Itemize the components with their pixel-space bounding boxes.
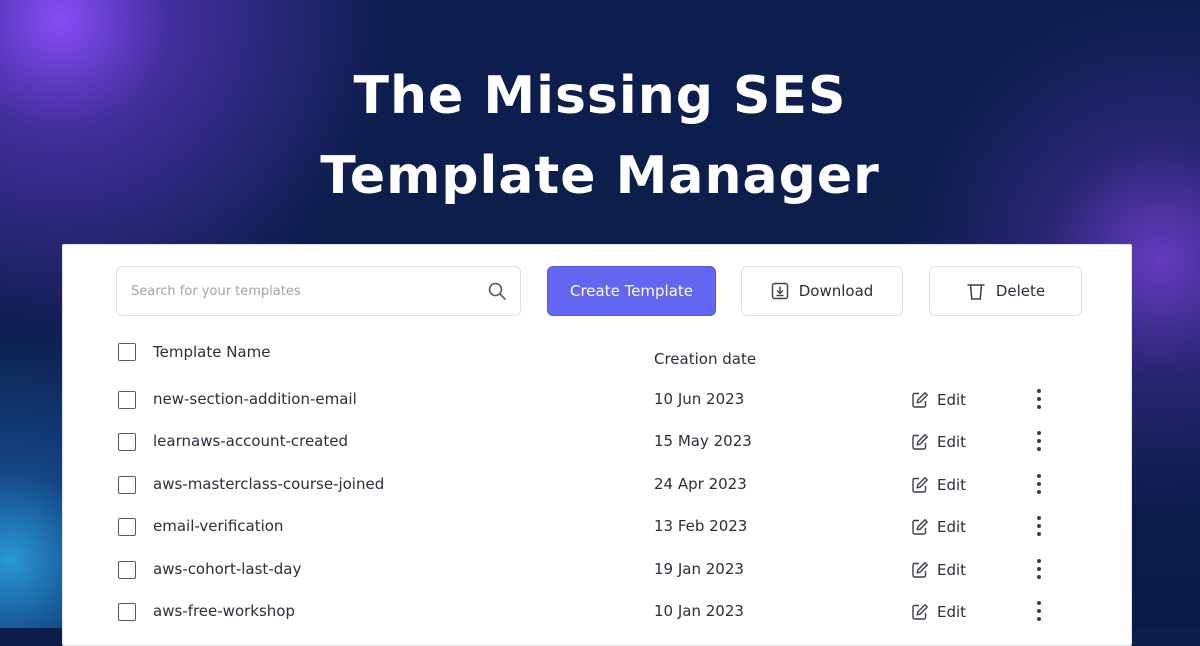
edit-label: Edit xyxy=(937,475,967,494)
more-dot-icon xyxy=(1037,473,1041,478)
edit-icon xyxy=(911,518,929,536)
more-options-button[interactable] xyxy=(1029,386,1049,412)
more-options-button[interactable] xyxy=(1029,513,1049,539)
more-dot-icon xyxy=(1037,524,1041,529)
delete-label: Delete xyxy=(995,282,1046,300)
search-input[interactable] xyxy=(129,282,486,300)
template-name: learnaws-account-created xyxy=(153,432,348,451)
row-checkbox[interactable] xyxy=(118,391,136,409)
creation-date: 15 May 2023 xyxy=(654,432,752,451)
template-name: aws-cohort-last-day xyxy=(153,559,302,578)
edit-icon xyxy=(911,391,929,409)
table-row[interactable]: new-section-addition-email 10 Jun 2023 Edi… xyxy=(63,379,1131,421)
more-dot-icon xyxy=(1037,558,1041,563)
more-dot-icon xyxy=(1037,532,1041,537)
edit-button[interactable]: Edit xyxy=(911,429,966,455)
create-template-label: Create Template xyxy=(569,282,694,300)
more-options-button[interactable] xyxy=(1029,428,1049,454)
edit-icon xyxy=(911,433,929,451)
table-row[interactable]: learnaws-account-created 15 May 2023 Edit xyxy=(63,421,1131,463)
more-dot-icon xyxy=(1037,431,1041,436)
edit-icon xyxy=(911,603,929,621)
delete-button[interactable]: Delete xyxy=(929,266,1082,316)
more-dot-icon xyxy=(1037,516,1041,521)
headline-line-2: Template Manager xyxy=(320,146,880,206)
edit-button[interactable]: Edit xyxy=(911,387,966,413)
row-checkbox[interactable] xyxy=(118,518,136,537)
download-button[interactable]: Download xyxy=(741,266,903,316)
download-icon xyxy=(771,282,789,300)
more-dot-icon xyxy=(1037,489,1041,494)
table-row[interactable]: aws-masterclass-course-joined 24 Apr 2023… xyxy=(63,464,1131,506)
edit-button[interactable]: Edit xyxy=(911,514,966,540)
edit-icon xyxy=(911,561,929,579)
table-row[interactable]: email-verification 13 Feb 2023 Edit xyxy=(63,506,1131,548)
edit-button[interactable]: Edit xyxy=(911,557,966,583)
more-dot-icon xyxy=(1037,439,1041,444)
more-dot-icon xyxy=(1037,609,1041,613)
download-label: Download xyxy=(798,282,874,300)
row-checkbox[interactable] xyxy=(118,475,136,494)
creation-date: 13 Feb 2023 xyxy=(654,517,748,536)
search-icon[interactable] xyxy=(486,280,508,302)
more-dot-icon xyxy=(1037,397,1041,401)
more-dot-icon xyxy=(1037,481,1041,486)
creation-date: 10 Jan 2023 xyxy=(654,602,744,620)
template-manager-panel: Create Template Download Delete Template… xyxy=(62,244,1132,646)
headline-line-1: The Missing SES xyxy=(353,66,847,126)
row-checkbox[interactable] xyxy=(118,560,136,579)
more-dot-icon xyxy=(1037,405,1041,409)
more-dot-icon xyxy=(1037,389,1041,393)
edit-label: Edit xyxy=(937,391,967,409)
trash-icon xyxy=(966,281,986,301)
creation-date: 10 Jun 2023 xyxy=(654,390,745,408)
more-dot-icon xyxy=(1037,447,1041,452)
more-dot-icon xyxy=(1037,601,1041,605)
select-all-checkbox[interactable] xyxy=(118,343,136,361)
row-checkbox[interactable] xyxy=(118,433,136,452)
template-name: new-section-addition-email xyxy=(153,390,357,408)
edit-icon xyxy=(911,476,929,494)
more-dot-icon xyxy=(1037,566,1041,571)
edit-label: Edit xyxy=(937,518,967,537)
template-name: aws-free-workshop xyxy=(153,602,295,620)
more-dot-icon xyxy=(1037,574,1041,579)
edit-label: Edit xyxy=(937,560,967,579)
edit-button[interactable]: Edit xyxy=(911,472,966,498)
creation-date: 19 Jan 2023 xyxy=(654,559,744,578)
headline: The Missing SES Template Manager xyxy=(0,56,1200,216)
template-name: email-verification xyxy=(153,517,284,536)
edit-label: Edit xyxy=(937,603,967,621)
table-row[interactable]: aws-free-workshop 10 Jan 2023 Edit xyxy=(63,591,1131,633)
more-options-button[interactable] xyxy=(1029,598,1049,624)
more-options-button[interactable] xyxy=(1029,556,1049,582)
search-box[interactable] xyxy=(116,266,521,316)
column-header-date: Creation date xyxy=(654,350,757,368)
column-header-name: Template Name xyxy=(153,343,271,361)
more-options-button[interactable] xyxy=(1029,471,1049,497)
create-template-button[interactable]: Create Template xyxy=(547,266,716,316)
more-dot-icon xyxy=(1037,617,1041,621)
table-row[interactable]: aws-cohort-last-day 19 Jan 2023 Edit xyxy=(63,549,1131,591)
row-checkbox[interactable] xyxy=(118,603,136,621)
template-name: aws-masterclass-course-joined xyxy=(153,474,385,493)
edit-button[interactable]: Edit xyxy=(911,599,966,625)
edit-label: Edit xyxy=(937,433,967,452)
creation-date: 24 Apr 2023 xyxy=(654,474,747,493)
